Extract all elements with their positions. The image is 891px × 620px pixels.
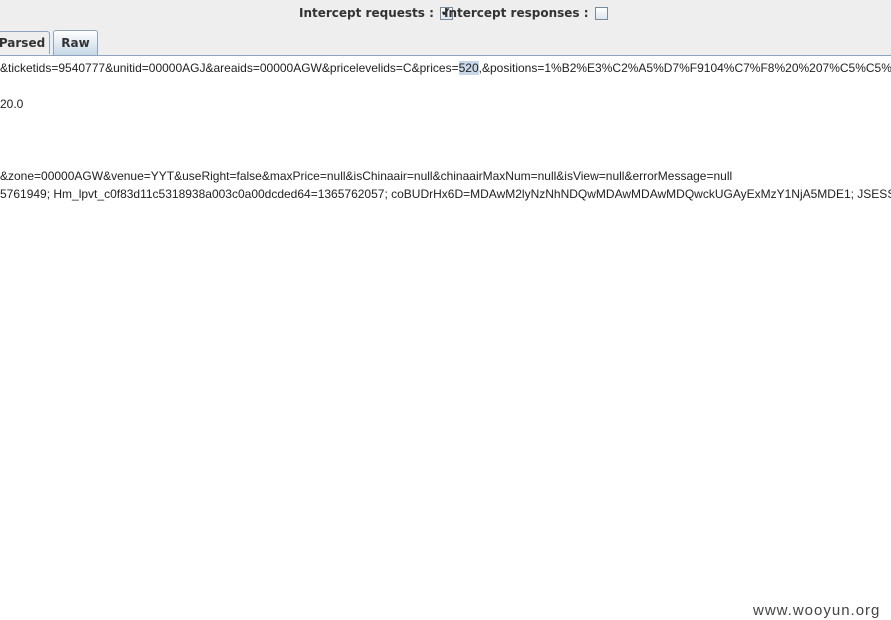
raw-text-segment: &ticketids=9540777&unitid=00000AGJ&areai… bbox=[0, 61, 459, 75]
raw-request-editor[interactable]: &ticketids=9540777&unitid=00000AGJ&areai… bbox=[0, 56, 891, 620]
intercept-responses-checkbox[interactable] bbox=[594, 6, 608, 20]
intercept-requests-control[interactable]: Intercept requests : ✔ bbox=[299, 5, 453, 21]
raw-text-segment: ,&positions=1%B2%E3%C2%A5%D7%F9104%C7%F8… bbox=[478, 61, 891, 75]
raw-line-body-params: &zone=00000AGW&venue=YYT&useRight=false&… bbox=[0, 169, 733, 183]
raw-line-version: 20.0 bbox=[0, 97, 24, 111]
intercept-toolbar: Intercept requests : ✔ Intercept respons… bbox=[0, 0, 891, 27]
raw-line-request-params: &ticketids=9540777&unitid=00000AGJ&areai… bbox=[0, 61, 891, 75]
site-watermark: www.wooyun.org bbox=[753, 602, 881, 619]
selected-price-text[interactable]: 520 bbox=[458, 61, 479, 75]
intercept-responses-label: Intercept responses : bbox=[444, 6, 589, 20]
proxy-intercept-window: Intercept requests : ✔ Intercept respons… bbox=[0, 0, 891, 620]
intercept-requests-label: Intercept requests : bbox=[299, 6, 434, 20]
tab-raw[interactable]: Raw bbox=[53, 30, 98, 55]
tab-parsed[interactable]: Parsed bbox=[0, 31, 50, 54]
intercept-responses-control[interactable]: Intercept responses : bbox=[444, 5, 608, 21]
raw-line-cookie: 5761949; Hm_lpvt_c0f83d11c5318938a003c0a… bbox=[0, 187, 891, 201]
view-tabs: Parsed Raw bbox=[0, 27, 891, 56]
